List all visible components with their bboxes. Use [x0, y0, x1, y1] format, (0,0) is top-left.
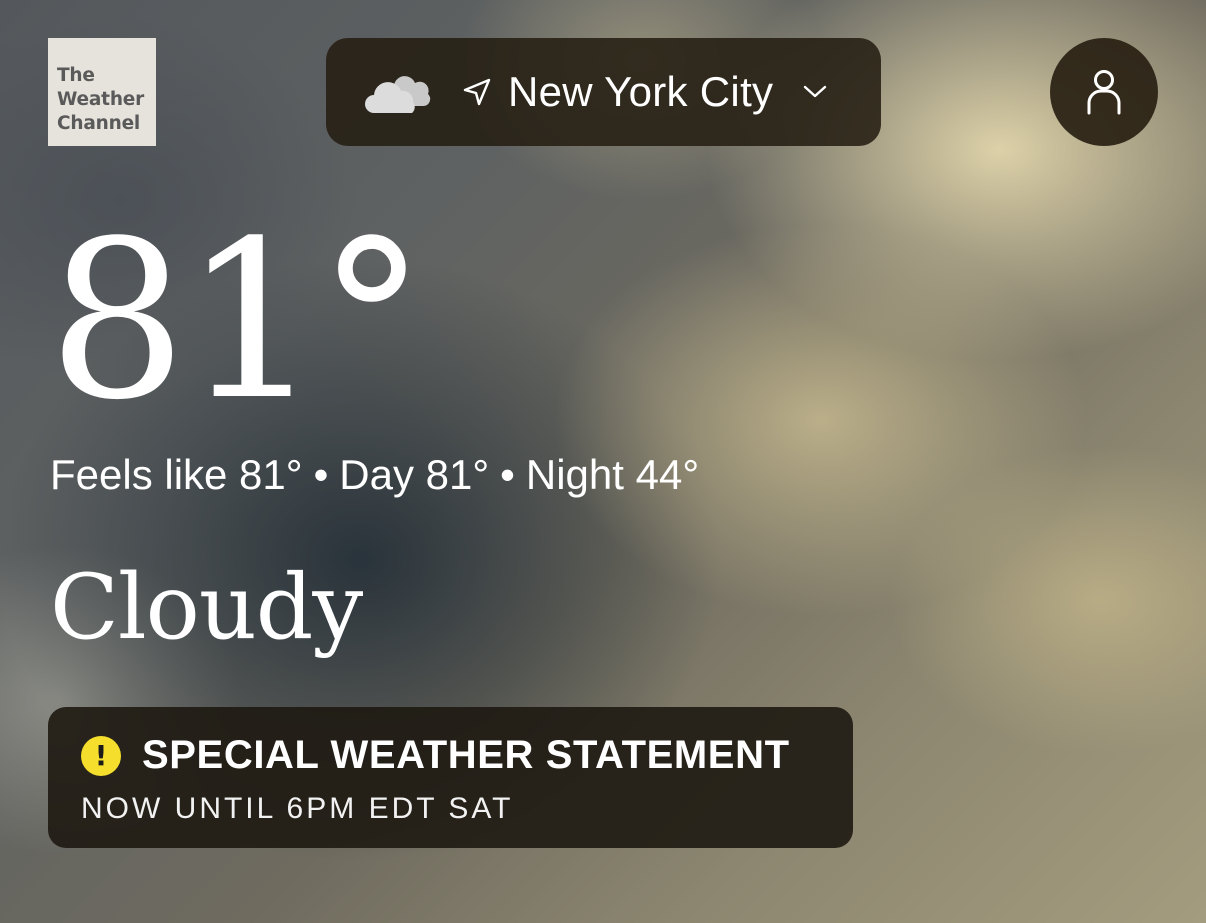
- city-name: New York City: [508, 68, 774, 115]
- logo-line-1: The: [57, 65, 95, 86]
- night-temperature-text: Night 44°: [525, 451, 700, 498]
- logo-line-3: Channel: [57, 113, 141, 134]
- weather-channel-logo[interactable]: The Weather Channel: [48, 38, 156, 146]
- current-temperature: 81°: [48, 195, 426, 448]
- separator-dot: •: [313, 451, 329, 498]
- weather-alert-card[interactable]: ! SPECIAL WEATHER STATEMENT NOW UNTIL 6P…: [48, 707, 853, 848]
- logo-line-2: Weather: [57, 89, 145, 110]
- day-temperature-text: Day 81°: [339, 451, 490, 498]
- exclamation-icon: !: [81, 735, 121, 776]
- alert-subtitle: NOW UNTIL 6PM EDT SAT: [81, 792, 514, 825]
- cloudy-icon: [365, 76, 431, 113]
- profile-button[interactable]: [1050, 38, 1158, 146]
- user-icon: [1087, 70, 1121, 115]
- separator-dot: •: [500, 451, 515, 498]
- chevron-down-icon: [804, 85, 827, 98]
- location-selector[interactable]: New York City: [326, 38, 881, 146]
- navigation-arrow-icon: [463, 78, 491, 106]
- weather-condition: Cloudy: [50, 555, 363, 660]
- alert-title-row: ! SPECIAL WEATHER STATEMENT: [81, 733, 853, 778]
- temperature-details: Feels like 81° • Day 81° • Night 44°: [50, 451, 699, 499]
- feels-like-text: Feels like 81°: [50, 451, 303, 498]
- alert-title: SPECIAL WEATHER STATEMENT: [142, 733, 790, 777]
